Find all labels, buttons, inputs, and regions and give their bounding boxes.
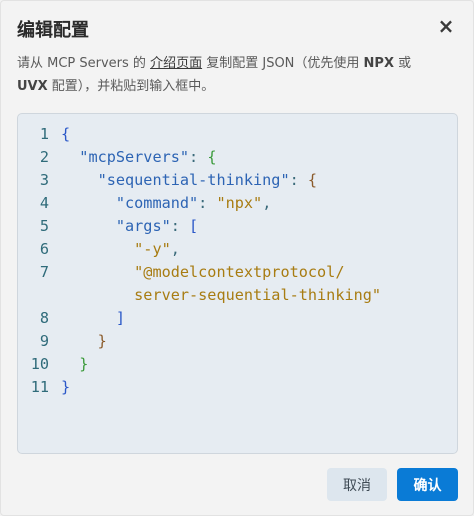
line-number: 10 xyxy=(30,355,49,373)
token: : xyxy=(189,148,208,166)
code-line: 8 ] xyxy=(18,307,457,330)
code-line: 10 } xyxy=(18,353,457,376)
line-number: 9 xyxy=(39,332,49,350)
code-line: 6 "-y", xyxy=(18,238,457,261)
token: } xyxy=(97,332,107,350)
line-number: 3 xyxy=(39,171,49,189)
code-lines: 1{ 2 "mcpServers": { 3 "sequential-think… xyxy=(18,123,457,399)
line-number: 1 xyxy=(39,125,49,143)
token: server-sequential-thinking" xyxy=(134,286,382,304)
token: ] xyxy=(115,309,126,327)
code-line: 4 "command": "npx", xyxy=(18,192,457,215)
code-line: 11} xyxy=(18,376,457,399)
npx-label: NPX xyxy=(363,56,394,71)
line-number: 5 xyxy=(39,217,49,235)
code-line: 9 } xyxy=(18,330,457,353)
token: : xyxy=(289,171,308,189)
token: { xyxy=(207,148,217,166)
code-line: 1{ xyxy=(18,123,457,146)
token: } xyxy=(79,355,89,373)
dialog-title: 编辑配置 xyxy=(17,20,89,41)
token: "sequential-thinking" xyxy=(97,171,290,189)
line-number: 2 xyxy=(39,148,49,166)
code-line: 5 "args": [ xyxy=(18,215,457,238)
line-number: 8 xyxy=(39,309,49,327)
token: : xyxy=(198,194,217,212)
json-editor[interactable]: 1{ 2 "mcpServers": { 3 "sequential-think… xyxy=(17,113,458,454)
instructions-text: 请从 MCP Servers 的 介绍页面 复制配置 JSON（优先使用 NPX… xyxy=(17,53,457,98)
edit-config-dialog: 编辑配置 × 请从 MCP Servers 的 介绍页面 复制配置 JSON（优… xyxy=(0,0,474,516)
instructions-part-1: 请从 MCP Servers 的 xyxy=(17,56,151,71)
code-line: 7 "@modelcontextprotocol/ xyxy=(18,261,457,284)
token: { xyxy=(61,125,71,143)
confirm-button[interactable]: 确认 xyxy=(397,468,458,501)
token: [ xyxy=(189,217,199,235)
token: "command" xyxy=(115,194,199,212)
line-number xyxy=(18,284,49,307)
code-line: server-sequential-thinking" xyxy=(18,284,457,307)
token: { xyxy=(307,171,318,189)
uvx-label: UVX xyxy=(17,78,48,94)
code-line: 3 "sequential-thinking": { xyxy=(18,169,457,192)
token: } xyxy=(61,378,71,396)
line-number: 7 xyxy=(39,263,49,281)
line-number: 6 xyxy=(39,240,49,258)
instructions-part-3: 或 xyxy=(393,56,412,71)
line-number: 4 xyxy=(39,194,49,212)
instructions-part-2: 复制配置 JSON（优先使用 xyxy=(202,56,364,71)
code-line: 2 "mcpServers": { xyxy=(18,146,457,169)
token: , xyxy=(170,240,180,258)
token: "@modelcontextprotocol/ xyxy=(134,263,345,281)
token: : xyxy=(170,217,190,235)
instructions-part-4: 配置），并粘贴到输入框中。 xyxy=(47,78,215,94)
token: , xyxy=(262,194,272,212)
token: "args" xyxy=(115,217,171,235)
token: "npx" xyxy=(216,194,263,212)
cancel-button[interactable]: 取消 xyxy=(327,468,387,501)
close-icon[interactable]: × xyxy=(435,14,457,38)
intro-page-link[interactable]: 介绍页面 xyxy=(150,56,202,71)
token: "mcpServers" xyxy=(79,148,190,166)
line-number: 11 xyxy=(30,378,49,396)
token: "-y" xyxy=(134,240,171,258)
